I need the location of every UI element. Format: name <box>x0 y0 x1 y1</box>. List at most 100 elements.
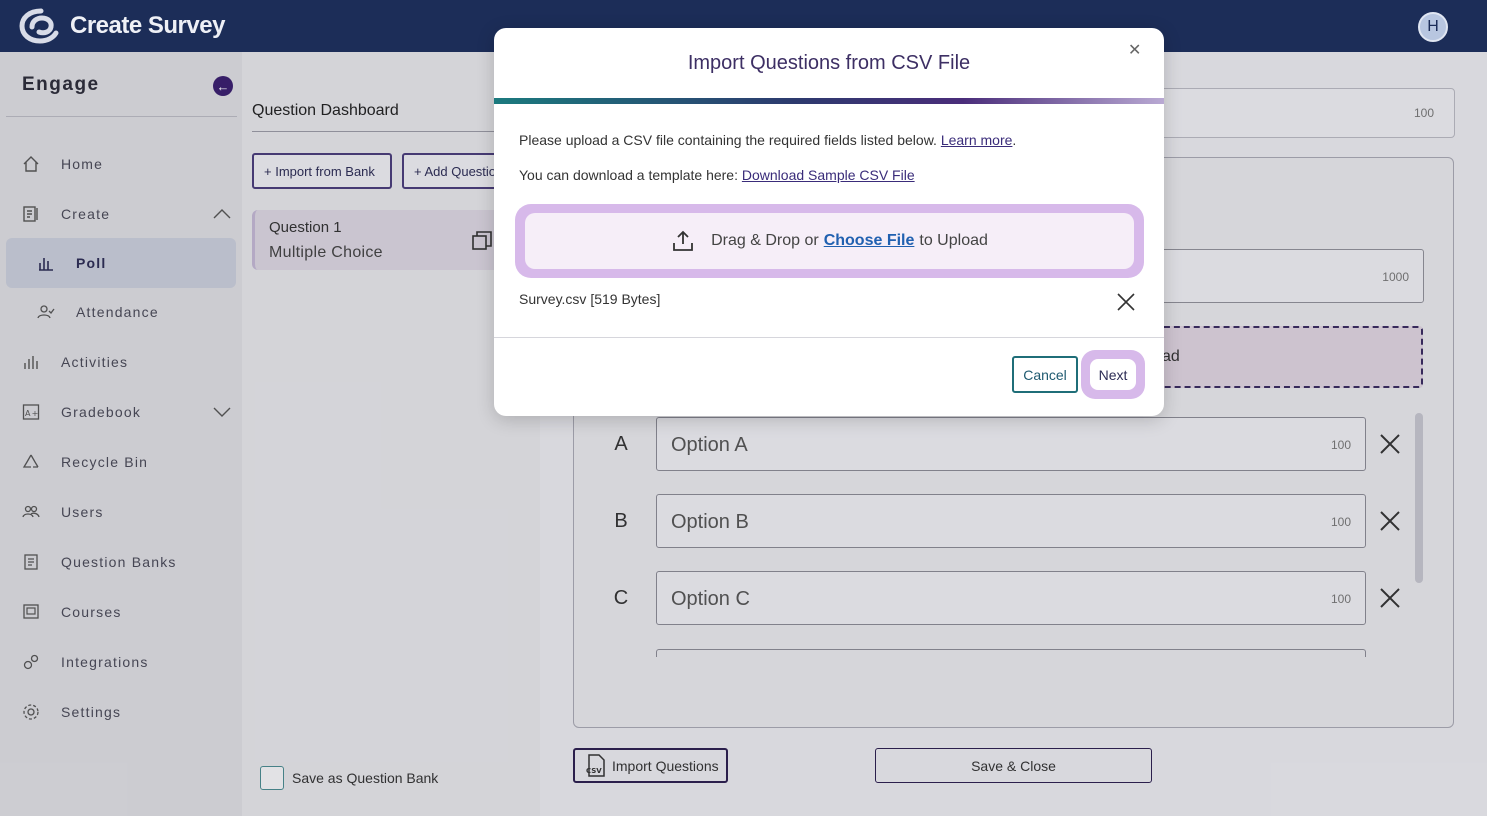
duplicate-icon[interactable] <box>471 230 493 257</box>
drop-suffix: to Upload <box>919 232 988 249</box>
char-count: 1000 <box>1382 270 1409 284</box>
integrations-icon <box>22 653 40 671</box>
sidebar-item-label: Gradebook <box>61 404 142 420</box>
avatar[interactable]: H <box>1418 12 1448 42</box>
brand[interactable]: Create Survey <box>18 7 225 45</box>
save-as-bank-checkbox[interactable] <box>260 766 284 790</box>
csv-file-icon: CSV <box>586 753 605 777</box>
sidebar-item-label: Home <box>61 156 104 172</box>
svg-text:CSV: CSV <box>586 767 602 775</box>
create-icon <box>22 205 40 223</box>
sidebar-item-poll[interactable]: Poll <box>0 243 242 283</box>
sidebar-item-recycle-bin[interactable]: Recycle Bin <box>0 442 242 482</box>
remove-option-icon[interactable] <box>1378 586 1402 610</box>
users-icon <box>22 503 40 521</box>
options-scrollbar[interactable] <box>1415 413 1423 583</box>
app-title: Create Survey <box>70 12 225 39</box>
drop-prefix: Drag & Drop or <box>711 232 819 249</box>
sidebar-item-attendance[interactable]: Attendance <box>0 292 242 332</box>
upload-icon <box>673 230 694 251</box>
sidebar-item-label: Integrations <box>61 654 149 670</box>
sidebar-item-label: Poll <box>76 255 107 271</box>
sidebar-item-courses[interactable]: Courses <box>0 592 242 632</box>
sidebar: Engage ← Home Create Poll Attendance Act… <box>0 52 242 816</box>
instructions-text: Please upload a CSV file containing the … <box>519 132 1016 148</box>
attendance-icon <box>37 303 55 321</box>
chevron-down-icon <box>213 404 231 420</box>
sidebar-item-label: Courses <box>61 604 122 620</box>
sidebar-divider <box>6 116 237 117</box>
char-count: 100 <box>1330 515 1351 529</box>
sidebar-item-label: Activities <box>61 354 129 370</box>
remove-file-icon[interactable] <box>1117 293 1135 311</box>
learn-more-link[interactable]: Learn more <box>941 132 1013 148</box>
sidebar-item-activities[interactable]: Activities <box>0 342 242 382</box>
next-button[interactable]: Next <box>1090 359 1136 390</box>
sidebar-heading: Engage <box>22 74 100 95</box>
sidebar-item-settings[interactable]: Settings <box>0 692 242 732</box>
settings-icon <box>22 703 40 721</box>
question-text-field[interactable]: 1000 <box>1120 249 1424 303</box>
remove-option-icon[interactable] <box>1378 432 1402 456</box>
sidebar-item-question-banks[interactable]: Question Banks <box>0 542 242 582</box>
template-line: You can download a template here: <box>519 167 738 183</box>
option-letter: B <box>614 510 628 532</box>
modal-footer-divider <box>494 337 1164 338</box>
sidebar-item-label: Recycle Bin <box>61 454 149 470</box>
option-text: Option B <box>671 511 749 533</box>
sidebar-item-integrations[interactable]: Integrations <box>0 642 242 682</box>
question-card-title: Question 1 <box>269 219 342 236</box>
template-text: You can download a template here: Downlo… <box>519 167 915 183</box>
question-banks-icon <box>22 553 40 571</box>
question-card-type: Multiple Choice <box>269 244 383 261</box>
import-questions-label: Import Questions <box>612 757 719 774</box>
collapse-sidebar-button[interactable]: ← <box>213 76 233 96</box>
cancel-button[interactable]: Cancel <box>1012 356 1078 393</box>
instructions-line: Please upload a CSV file containing the … <box>519 132 937 148</box>
sidebar-item-create[interactable]: Create <box>0 194 242 234</box>
modal-title: Import Questions from CSV File <box>687 52 971 74</box>
sidebar-item-users[interactable]: Users <box>0 492 242 532</box>
option-field-d[interactable] <box>656 649 1366 657</box>
csv-dropzone[interactable]: Drag & Drop or Choose File to Upload <box>525 213 1134 269</box>
option-field-b[interactable]: Option B 100 <box>656 494 1366 548</box>
download-sample-link[interactable]: Download Sample CSV File <box>742 167 915 183</box>
option-field-c[interactable]: Option C 100 <box>656 571 1366 625</box>
sidebar-item-label: Create <box>61 206 111 222</box>
sidebar-item-label: Attendance <box>76 304 159 320</box>
add-question-button[interactable]: + Add Question <box>402 153 500 189</box>
char-count: 100 <box>1330 592 1351 606</box>
activities-icon <box>22 353 40 371</box>
save-as-bank-label: Save as Question Bank <box>292 770 439 786</box>
import-csv-modal: Import Questions from CSV File ✕ Please … <box>494 28 1164 416</box>
image-upload-text: ad <box>1162 348 1180 365</box>
save-close-button[interactable]: Save & Close <box>875 748 1152 783</box>
import-questions-button[interactable]: CSV Import Questions <box>573 748 728 783</box>
choose-file-link[interactable]: Choose File <box>824 232 915 250</box>
recycle-icon <box>22 453 40 471</box>
courses-icon <box>22 603 40 621</box>
survey-title-field[interactable]: 100 <box>1120 88 1455 138</box>
char-count: 100 <box>1330 438 1351 452</box>
option-text: Option A <box>671 434 748 456</box>
char-count: 100 <box>1413 106 1434 120</box>
sidebar-item-label: Question Banks <box>61 554 177 570</box>
image-upload-zone[interactable]: ad <box>1150 326 1423 388</box>
sidebar-item-home[interactable]: Home <box>0 144 242 184</box>
remove-option-icon[interactable] <box>1378 509 1402 533</box>
uploaded-file-name: Survey.csv [519 Bytes] <box>519 291 661 307</box>
sidebar-item-label: Settings <box>61 704 122 720</box>
option-letter: C <box>613 587 629 609</box>
instructions-period: . <box>1012 132 1017 148</box>
logo-icon <box>19 8 59 44</box>
option-field-a[interactable]: Option A 100 <box>656 417 1366 471</box>
sidebar-item-gradebook[interactable]: A+ Gradebook <box>0 392 242 432</box>
close-icon[interactable]: ✕ <box>1128 43 1142 59</box>
option-letter: A <box>614 433 628 455</box>
option-text: Option C <box>671 588 750 610</box>
svg-text:A+: A+ <box>25 409 40 418</box>
home-icon <box>22 155 40 173</box>
sidebar-item-label: Users <box>61 504 104 520</box>
import-from-bank-button[interactable]: + Import from Bank <box>252 153 392 189</box>
poll-icon <box>37 254 55 272</box>
